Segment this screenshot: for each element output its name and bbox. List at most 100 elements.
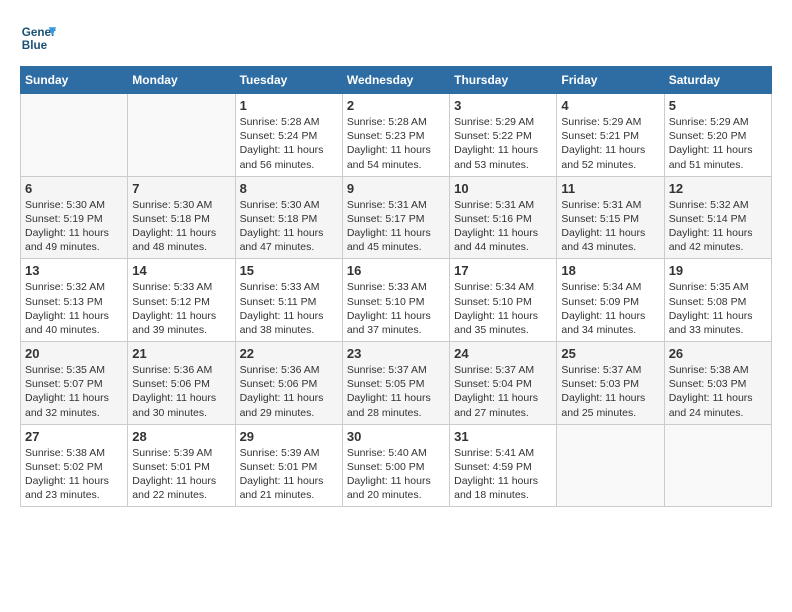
calendar-cell: 17 Sunrise: 5:34 AM Sunset: 5:10 PM Dayli…: [450, 259, 557, 342]
day-number: 27: [25, 429, 123, 444]
day-info: Sunrise: 5:30 AM Sunset: 5:19 PM Dayligh…: [25, 198, 123, 255]
calendar-cell: [664, 424, 771, 507]
calendar-cell: [21, 94, 128, 177]
calendar-cell: 19Sunrise: 5:35 AM Sunset: 5:08 PM Dayli…: [664, 259, 771, 342]
week-row-4: 20Sunrise: 5:35 AM Sunset: 5:07 PM Dayli…: [21, 342, 772, 425]
day-info: Sunrise: 5:39 AM Sunset: 5:01 PM Dayligh…: [132, 446, 230, 503]
calendar-cell: 3 Sunrise: 5:29 AM Sunset: 5:22 PM Daylig…: [450, 94, 557, 177]
day-info: Sunrise: 5:38 AM Sunset: 5:02 PM Dayligh…: [25, 446, 123, 503]
week-row-1: 1 Sunrise: 5:28 AM Sunset: 5:24 PM Daylig…: [21, 94, 772, 177]
day-number: 24: [454, 346, 552, 361]
day-number: 14: [132, 263, 230, 278]
day-number: 26: [669, 346, 767, 361]
calendar-table: SundayMondayTuesdayWednesdayThursdayFrid…: [20, 66, 772, 507]
calendar-cell: [128, 94, 235, 177]
day-number: 30: [347, 429, 445, 444]
calendar-body: 1 Sunrise: 5:28 AM Sunset: 5:24 PM Daylig…: [21, 94, 772, 507]
calendar-cell: 2 Sunrise: 5:28 AM Sunset: 5:23 PM Daylig…: [342, 94, 449, 177]
calendar-cell: 30 Sunrise: 5:40 AM Sunset: 5:00 PM Dayli…: [342, 424, 449, 507]
day-number: 12: [669, 181, 767, 196]
header-day-thursday: Thursday: [450, 67, 557, 94]
day-number: 10: [454, 181, 552, 196]
calendar-cell: 29 Sunrise: 5:39 AM Sunset: 5:01 PM Dayli…: [235, 424, 342, 507]
calendar-cell: 26 Sunrise: 5:38 AM Sunset: 5:03 PM Dayli…: [664, 342, 771, 425]
day-info: Sunrise: 5:38 AM Sunset: 5:03 PM Dayligh…: [669, 363, 767, 420]
day-info: Sunrise: 5:33 AM Sunset: 5:12 PM Dayligh…: [132, 280, 230, 337]
calendar-cell: 8 Sunrise: 5:30 AM Sunset: 5:18 PM Daylig…: [235, 176, 342, 259]
day-info: Sunrise: 5:32 AM Sunset: 5:13 PM Dayligh…: [25, 280, 123, 337]
day-info: Sunrise: 5:29 AM Sunset: 5:21 PM Dayligh…: [561, 115, 659, 172]
day-number: 6: [25, 181, 123, 196]
day-number: 20: [25, 346, 123, 361]
calendar-cell: 28Sunrise: 5:39 AM Sunset: 5:01 PM Dayli…: [128, 424, 235, 507]
day-info: Sunrise: 5:37 AM Sunset: 5:04 PM Dayligh…: [454, 363, 552, 420]
day-number: 11: [561, 181, 659, 196]
day-info: Sunrise: 5:34 AM Sunset: 5:09 PM Dayligh…: [561, 280, 659, 337]
calendar-cell: 13 Sunrise: 5:32 AM Sunset: 5:13 PM Dayli…: [21, 259, 128, 342]
week-row-5: 27 Sunrise: 5:38 AM Sunset: 5:02 PM Dayli…: [21, 424, 772, 507]
week-row-2: 6 Sunrise: 5:30 AM Sunset: 5:19 PM Daylig…: [21, 176, 772, 259]
header-day-wednesday: Wednesday: [342, 67, 449, 94]
calendar-cell: 14 Sunrise: 5:33 AM Sunset: 5:12 PM Dayli…: [128, 259, 235, 342]
calendar-cell: 23Sunrise: 5:37 AM Sunset: 5:05 PM Dayli…: [342, 342, 449, 425]
day-number: 13: [25, 263, 123, 278]
day-info: Sunrise: 5:37 AM Sunset: 5:03 PM Dayligh…: [561, 363, 659, 420]
day-info: Sunrise: 5:28 AM Sunset: 5:23 PM Dayligh…: [347, 115, 445, 172]
day-info: Sunrise: 5:34 AM Sunset: 5:10 PM Dayligh…: [454, 280, 552, 337]
day-info: Sunrise: 5:36 AM Sunset: 5:06 PM Dayligh…: [240, 363, 338, 420]
day-number: 15: [240, 263, 338, 278]
day-number: 8: [240, 181, 338, 196]
header-day-monday: Monday: [128, 67, 235, 94]
day-info: Sunrise: 5:29 AM Sunset: 5:22 PM Dayligh…: [454, 115, 552, 172]
calendar-cell: 12 Sunrise: 5:32 AM Sunset: 5:14 PM Dayli…: [664, 176, 771, 259]
calendar-cell: 5 Sunrise: 5:29 AM Sunset: 5:20 PM Daylig…: [664, 94, 771, 177]
day-number: 21: [132, 346, 230, 361]
day-info: Sunrise: 5:36 AM Sunset: 5:06 PM Dayligh…: [132, 363, 230, 420]
header-row: SundayMondayTuesdayWednesdayThursdayFrid…: [21, 67, 772, 94]
day-number: 18: [561, 263, 659, 278]
day-info: Sunrise: 5:28 AM Sunset: 5:24 PM Dayligh…: [240, 115, 338, 172]
header-day-friday: Friday: [557, 67, 664, 94]
day-number: 31: [454, 429, 552, 444]
day-number: 25: [561, 346, 659, 361]
day-number: 3: [454, 98, 552, 113]
day-number: 5: [669, 98, 767, 113]
header-day-tuesday: Tuesday: [235, 67, 342, 94]
calendar-cell: 18 Sunrise: 5:34 AM Sunset: 5:09 PM Dayli…: [557, 259, 664, 342]
calendar-cell: 24 Sunrise: 5:37 AM Sunset: 5:04 PM Dayli…: [450, 342, 557, 425]
day-number: 17: [454, 263, 552, 278]
day-info: Sunrise: 5:30 AM Sunset: 5:18 PM Dayligh…: [240, 198, 338, 255]
header-day-sunday: Sunday: [21, 67, 128, 94]
calendar-cell: 10Sunrise: 5:31 AM Sunset: 5:16 PM Dayli…: [450, 176, 557, 259]
calendar-cell: 1 Sunrise: 5:28 AM Sunset: 5:24 PM Daylig…: [235, 94, 342, 177]
day-number: 1: [240, 98, 338, 113]
day-number: 29: [240, 429, 338, 444]
day-number: 2: [347, 98, 445, 113]
calendar-cell: 20Sunrise: 5:35 AM Sunset: 5:07 PM Dayli…: [21, 342, 128, 425]
calendar-cell: 31Sunrise: 5:41 AM Sunset: 4:59 PM Dayli…: [450, 424, 557, 507]
day-number: 7: [132, 181, 230, 196]
day-number: 22: [240, 346, 338, 361]
logo: General Blue: [20, 20, 60, 56]
day-info: Sunrise: 5:35 AM Sunset: 5:08 PM Dayligh…: [669, 280, 767, 337]
calendar-cell: 7 Sunrise: 5:30 AM Sunset: 5:18 PM Daylig…: [128, 176, 235, 259]
day-number: 4: [561, 98, 659, 113]
calendar-cell: 16Sunrise: 5:33 AM Sunset: 5:10 PM Dayli…: [342, 259, 449, 342]
calendar-cell: 15 Sunrise: 5:33 AM Sunset: 5:11 PM Dayli…: [235, 259, 342, 342]
day-info: Sunrise: 5:33 AM Sunset: 5:11 PM Dayligh…: [240, 280, 338, 337]
calendar-cell: 25 Sunrise: 5:37 AM Sunset: 5:03 PM Dayli…: [557, 342, 664, 425]
logo-icon: General Blue: [20, 20, 56, 56]
calendar-cell: 22 Sunrise: 5:36 AM Sunset: 5:06 PM Dayli…: [235, 342, 342, 425]
day-info: Sunrise: 5:37 AM Sunset: 5:05 PM Dayligh…: [347, 363, 445, 420]
calendar-cell: [557, 424, 664, 507]
day-info: Sunrise: 5:29 AM Sunset: 5:20 PM Dayligh…: [669, 115, 767, 172]
calendar-cell: 6 Sunrise: 5:30 AM Sunset: 5:19 PM Daylig…: [21, 176, 128, 259]
day-info: Sunrise: 5:30 AM Sunset: 5:18 PM Dayligh…: [132, 198, 230, 255]
calendar-cell: 4 Sunrise: 5:29 AM Sunset: 5:21 PM Daylig…: [557, 94, 664, 177]
day-info: Sunrise: 5:40 AM Sunset: 5:00 PM Dayligh…: [347, 446, 445, 503]
calendar-cell: 27 Sunrise: 5:38 AM Sunset: 5:02 PM Dayli…: [21, 424, 128, 507]
day-info: Sunrise: 5:32 AM Sunset: 5:14 PM Dayligh…: [669, 198, 767, 255]
day-info: Sunrise: 5:39 AM Sunset: 5:01 PM Dayligh…: [240, 446, 338, 503]
calendar-cell: 11Sunrise: 5:31 AM Sunset: 5:15 PM Dayli…: [557, 176, 664, 259]
week-row-3: 13 Sunrise: 5:32 AM Sunset: 5:13 PM Dayli…: [21, 259, 772, 342]
